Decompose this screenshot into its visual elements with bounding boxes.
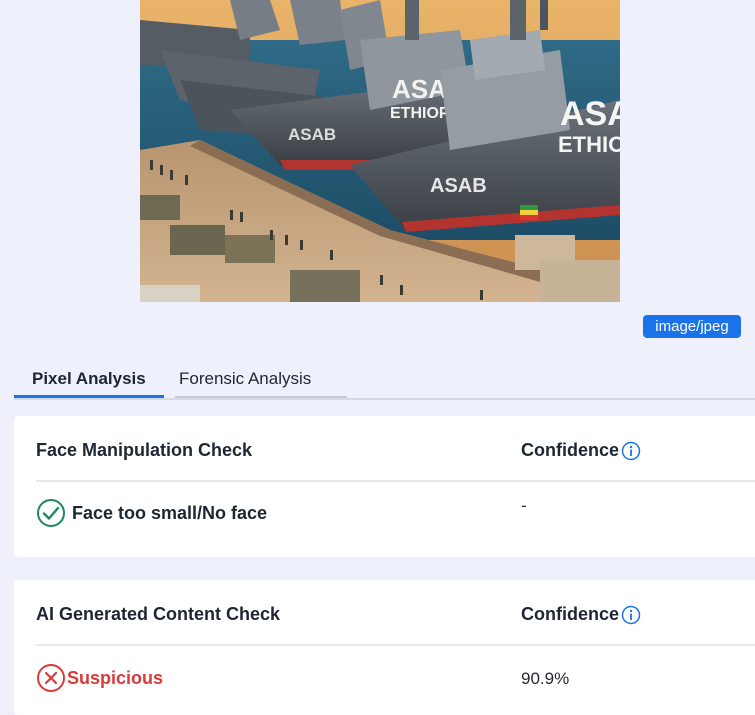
svg-text:ASAB: ASAB	[560, 95, 620, 133]
face-manipulation-card: Face Manipulation Check Confidence Face …	[14, 416, 755, 557]
face-check-result-text: Face too small/No face	[72, 502, 268, 523]
ai-check-header: AI Generated Content Check Confidence	[36, 580, 755, 646]
face-confidence-value: -	[521, 496, 527, 515]
ai-check-title: AI Generated Content Check	[36, 604, 281, 624]
tab-forensic-analysis[interactable]: Forensic Analysis	[161, 362, 329, 396]
tab-pixel-analysis[interactable]: Pixel Analysis	[14, 362, 164, 398]
mime-type-badge: image/jpeg	[643, 315, 741, 338]
svg-text:ETHIOPIA: ETHIOPIA	[558, 132, 620, 157]
face-check-header: Face Manipulation Check Confidence	[36, 416, 755, 482]
check-circle-icon	[37, 499, 65, 527]
ai-check-result-text: Suspicious	[67, 667, 164, 688]
face-check-result: Face too small/No face	[36, 498, 267, 528]
svg-text:ASAB: ASAB	[430, 175, 487, 197]
face-confidence-label: Confidence	[521, 440, 620, 460]
flag	[520, 205, 538, 220]
image-preview: ASAB ETHIOPIA ASAB ASAB ETHIOPIA ASAB	[140, 0, 620, 302]
svg-text:ASAB: ASAB	[288, 125, 336, 144]
analysis-tabs: Pixel Analysis Forensic Analysis	[14, 362, 755, 400]
tab-divider	[175, 396, 347, 398]
ai-confidence-label: Confidence	[521, 604, 620, 624]
info-icon[interactable]	[621, 441, 641, 461]
ai-confidence-value: 90.9%	[521, 669, 570, 688]
face-check-title: Face Manipulation Check	[36, 440, 253, 460]
ai-content-card: AI Generated Content Check Confidence Su…	[14, 580, 755, 715]
info-icon[interactable]	[621, 605, 641, 625]
x-circle-icon	[37, 664, 65, 692]
ai-check-result: Suspicious	[36, 663, 163, 693]
